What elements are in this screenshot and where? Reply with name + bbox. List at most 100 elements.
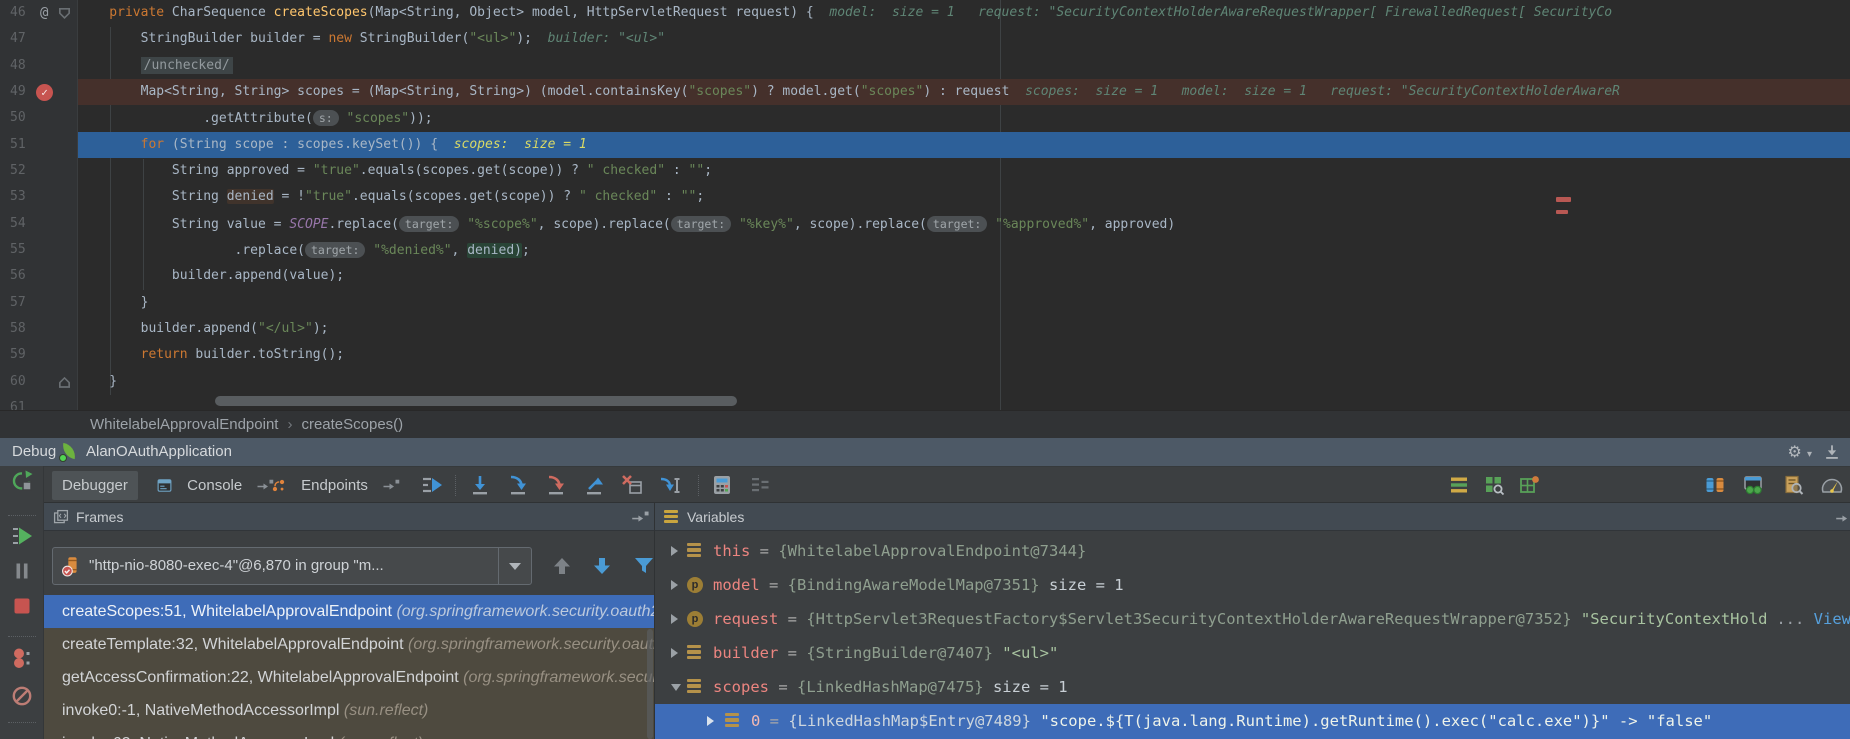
- code-text[interactable]: }: [78, 290, 1850, 316]
- code-line-56[interactable]: 56 builder.append(value);: [0, 263, 1850, 289]
- memory-view-icon[interactable]: [1741, 473, 1765, 497]
- mute-breakpoints-icon[interactable]: [10, 684, 34, 708]
- code-line-55[interactable]: 55 .replace(target: "%denied%", denied);: [0, 237, 1850, 263]
- gutter[interactable]: 61: [0, 395, 78, 410]
- error-stripe-mark[interactable]: [1556, 210, 1568, 214]
- stop-icon[interactable]: [10, 594, 34, 618]
- step-out-icon[interactable]: [582, 473, 606, 497]
- tab-console[interactable]: Console: [148, 471, 274, 500]
- code-text[interactable]: return builder.toString();: [78, 342, 1850, 368]
- code-text[interactable]: Map<String, String> scopes = (Map<String…: [78, 79, 1850, 105]
- code-text[interactable]: .replace(target: "%denied%", denied);: [78, 237, 1850, 263]
- code-line-48[interactable]: 48 /unchecked/: [0, 53, 1850, 79]
- threads-icon[interactable]: [1703, 473, 1727, 497]
- expand-arrow-icon[interactable]: [671, 648, 678, 658]
- tab-options-icon[interactable]: [382, 478, 400, 492]
- fold-marker-icon[interactable]: [59, 8, 70, 19]
- inspect-document-icon[interactable]: [1781, 473, 1805, 497]
- variable-row[interactable]: 0 = {LinkedHashMap$Entry@7489} "scope.${…: [655, 704, 1850, 739]
- breadcrumb-class[interactable]: WhitelabelApprovalEndpoint: [90, 416, 278, 433]
- profiler-gauge-icon[interactable]: [1820, 473, 1844, 497]
- gutter[interactable]: 49✓: [0, 79, 78, 105]
- code-text[interactable]: for (String scope : scopes.keySet()) { s…: [78, 132, 1850, 158]
- gutter[interactable]: 55: [0, 237, 78, 263]
- gutter[interactable]: 50: [0, 105, 78, 131]
- fold-marker-icon[interactable]: [59, 377, 70, 388]
- gutter[interactable]: 59: [0, 342, 78, 368]
- thread-selector[interactable]: "http-nio-8080-exec-4"@6,870 in group "m…: [52, 547, 532, 585]
- code-line-52[interactable]: 52 String approved = "true".equals(scope…: [0, 158, 1850, 184]
- code-line-60[interactable]: 60 }: [0, 369, 1850, 395]
- next-frame-icon[interactable]: [590, 554, 614, 578]
- code-text[interactable]: .getAttribute(s: "scopes"));: [78, 105, 1850, 131]
- code-line-53[interactable]: 53 String denied = !"true".equals(scopes…: [0, 184, 1850, 210]
- frame-row[interactable]: createScopes:51, WhitelabelApprovalEndpo…: [44, 595, 654, 628]
- code-editor[interactable]: 46@ private CharSequence createScopes(Ma…: [0, 0, 1850, 410]
- code-text[interactable]: builder.append("</ul>");: [78, 316, 1850, 342]
- frames-scrollbar[interactable]: [647, 629, 653, 739]
- pause-program-icon[interactable]: [10, 559, 34, 583]
- gutter[interactable]: 58: [0, 316, 78, 342]
- gutter[interactable]: 48: [0, 53, 78, 79]
- horizontal-scrollbar[interactable]: [215, 396, 737, 406]
- plugin-icon-1[interactable]: [1447, 473, 1471, 497]
- gutter[interactable]: 46@: [0, 0, 78, 26]
- rerun-icon[interactable]: [10, 469, 34, 493]
- variable-row[interactable]: scopes = {LinkedHashMap@7475} size = 1: [655, 670, 1850, 704]
- step-over-icon[interactable]: [468, 473, 492, 497]
- code-line-50[interactable]: 50 .getAttribute(s: "scopes"));: [0, 105, 1850, 131]
- error-stripe-mark[interactable]: [1556, 197, 1571, 202]
- debug-toolwindow-header[interactable]: Debug AlanOAuthApplication ⚙ ▾: [0, 438, 1850, 466]
- frame-row[interactable]: invoke0:-1, NativeMethodAccessorImpl (su…: [44, 694, 654, 727]
- code-text[interactable]: String approved = "true".equals(scopes.g…: [78, 158, 1850, 184]
- code-line-47[interactable]: 47 StringBuilder builder = new StringBui…: [0, 26, 1850, 52]
- layout-settings-icon[interactable]: [748, 473, 772, 497]
- force-step-into-icon[interactable]: [544, 473, 568, 497]
- breakpoint-icon[interactable]: ✓: [36, 84, 53, 101]
- gutter[interactable]: 52: [0, 158, 78, 184]
- code-line-46[interactable]: 46@ private CharSequence createScopes(Ma…: [0, 0, 1850, 26]
- gutter[interactable]: 51: [0, 132, 78, 158]
- code-text[interactable]: }: [78, 369, 1850, 395]
- variables-panel-header[interactable]: Variables: [654, 503, 1850, 531]
- gutter[interactable]: 53: [0, 184, 78, 210]
- frames-options-icon[interactable]: [630, 510, 650, 524]
- code-text[interactable]: StringBuilder builder = new StringBuilde…: [78, 26, 1850, 52]
- resume-program-icon[interactable]: [10, 524, 34, 548]
- view-link[interactable]: View: [1814, 610, 1850, 628]
- filter-frames-icon[interactable]: [632, 554, 654, 578]
- code-line-57[interactable]: 57 }: [0, 290, 1850, 316]
- drop-frame-icon[interactable]: [620, 473, 644, 497]
- gutter[interactable]: 56: [0, 263, 78, 289]
- show-execution-point-icon[interactable]: [420, 473, 444, 497]
- plugin-icon-2[interactable]: [1482, 473, 1506, 497]
- variables-options-icon[interactable]: [1834, 510, 1850, 524]
- code-line-58[interactable]: 58 builder.append("</ul>");: [0, 316, 1850, 342]
- plugin-icon-3[interactable]: [1517, 473, 1541, 497]
- code-line-59[interactable]: 59 return builder.toString();: [0, 342, 1850, 368]
- expand-arrow-icon[interactable]: [671, 546, 678, 556]
- tab-debugger[interactable]: Debugger: [52, 471, 138, 500]
- collapse-arrow-icon[interactable]: [671, 684, 681, 691]
- code-text[interactable]: /unchecked/: [78, 53, 1850, 79]
- frame-row[interactable]: getAccessConfirmation:22, WhitelabelAppr…: [44, 661, 654, 694]
- breadcrumb-method[interactable]: createScopes(): [301, 416, 403, 433]
- gutter[interactable]: 47: [0, 26, 78, 52]
- tab-endpoints[interactable]: Endpoints: [262, 471, 400, 500]
- code-lines[interactable]: 46@ private CharSequence createScopes(Ma…: [0, 0, 1850, 410]
- variable-row[interactable]: this = {WhitelabelApprovalEndpoint@7344}: [655, 534, 1850, 568]
- expand-arrow-icon[interactable]: [707, 716, 714, 726]
- code-text[interactable]: private CharSequence createScopes(Map<St…: [78, 0, 1850, 26]
- settings-gear-icon[interactable]: ⚙ ▾: [1788, 438, 1812, 469]
- gutter[interactable]: 54: [0, 211, 78, 237]
- run-to-cursor-icon[interactable]: [658, 473, 682, 497]
- variable-row[interactable]: prequest = {HttpServlet3RequestFactory$S…: [655, 602, 1850, 636]
- evaluate-expression-icon[interactable]: [710, 473, 734, 497]
- code-text[interactable]: String value = SCOPE.replace(target: "%s…: [78, 211, 1850, 237]
- code-text[interactable]: builder.append(value);: [78, 263, 1850, 289]
- frame-row[interactable]: invoke:62, NativeMethodAccessorImpl (sun…: [44, 727, 654, 739]
- expand-arrow-icon[interactable]: [671, 614, 678, 624]
- variable-row[interactable]: builder = {StringBuilder@7407} "<ul>": [655, 636, 1850, 670]
- code-text[interactable]: String denied = !"true".equals(scopes.ge…: [78, 184, 1850, 210]
- thread-dropdown-button[interactable]: [498, 548, 531, 584]
